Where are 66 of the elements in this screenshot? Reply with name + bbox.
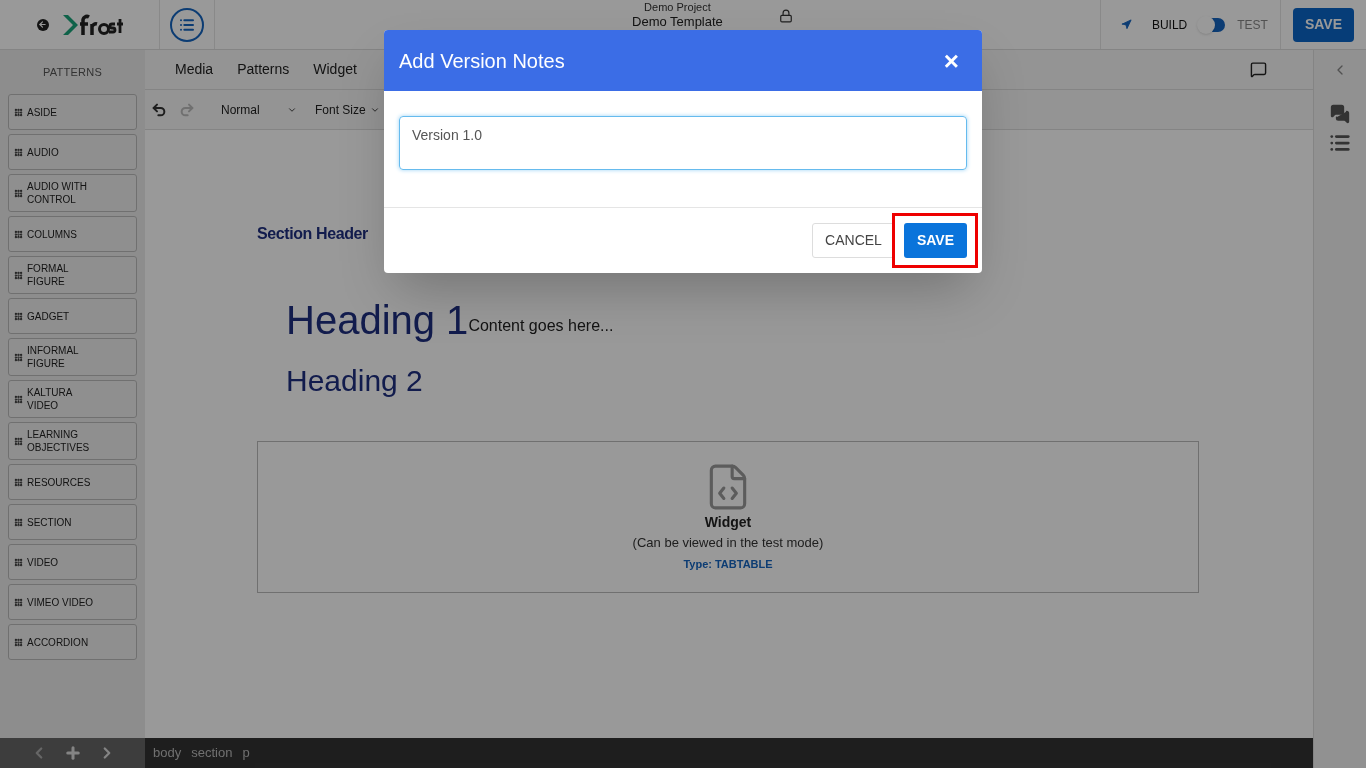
pattern-item[interactable]: LEARNING OBJECTIVES [8,422,137,460]
back-icon[interactable] [36,18,49,31]
pattern-item[interactable]: RESOURCES [8,464,137,500]
widget-title: Widget [704,512,752,532]
undo-icon[interactable] [151,101,167,118]
heading-two: Heading 2 [285,363,424,399]
mode-toggle[interactable] [1199,17,1226,32]
pattern-item[interactable]: ASIDE [8,94,137,130]
pattern-item[interactable]: KALTURA VIDEO [8,380,137,418]
patterns-title: PATTERNS [42,64,103,80]
widget-type: Type: TABTABLE [683,557,773,572]
widget-card[interactable]: Widget (Can be viewed in the test mode) Type: TABTABLE [257,441,1199,593]
grid-icon [14,557,23,567]
pattern-item[interactable]: AUDIO [8,134,137,170]
grid-icon [14,477,23,487]
font-size-dropdown[interactable]: Font Size [315,100,380,119]
menu-item[interactable]: Media [175,59,214,80]
pattern-item[interactable]: AUDIO WITH CONTROL [8,174,137,212]
cancel-button[interactable]: CANCEL [812,223,895,258]
notes-field[interactable]: Version 1.0 [399,116,967,170]
close-button[interactable]: × [943,47,959,74]
style-dropdown[interactable]: Normal [221,100,297,119]
lock-icon[interactable] [778,9,793,23]
grid-icon [14,311,23,321]
pattern-item[interactable]: FORMAL FIGURE [8,256,137,294]
template-name: Demo Template [632,14,723,29]
dialog-save-button[interactable]: SAVE [903,223,967,258]
grid-icon [14,147,23,157]
widget-note: (Can be viewed in the test mode) [632,533,824,552]
build-label: BUILD [1151,16,1188,34]
breadcrumb-item[interactable]: p [242,743,250,763]
grid-icon [14,270,23,280]
breadcrumb-item[interactable]: body [153,743,182,763]
pattern-item[interactable]: COLUMNS [8,216,137,252]
list-icon[interactable] [1329,132,1351,154]
outline-button[interactable] [170,7,204,42]
grid-icon [14,637,23,647]
pattern-item[interactable]: VIDEO [8,544,137,580]
navigation-icon[interactable] [1120,19,1132,30]
test-label: TEST [1237,16,1268,34]
chat-icon[interactable] [1330,104,1350,124]
project-name: Demo Project [644,1,711,14]
content-text: Content goes here... [468,316,614,336]
grid-icon [14,107,23,117]
grid-icon [14,436,23,446]
pattern-item[interactable]: VIMEO VIDEO [8,584,137,620]
heading-one: Heading 1 [286,297,469,344]
comment-icon[interactable] [1250,61,1267,78]
add-icon[interactable] [63,744,82,762]
grid-icon [14,517,23,527]
grid-icon [14,597,23,607]
pattern-item[interactable]: ACCORDION [8,624,137,660]
section-header: Section Header [257,224,368,244]
grid-icon [14,188,23,198]
pattern-item[interactable]: SECTION [8,504,137,540]
grid-icon [14,394,23,404]
pattern-item[interactable]: GADGET [8,298,137,334]
breadcrumb-item[interactable]: section [191,743,233,763]
menu-item[interactable]: Widget [313,59,357,80]
grid-icon [14,352,23,362]
dialog-title: Add Version Notes [399,48,565,74]
save-button[interactable]: SAVE [1292,7,1354,42]
list-icon [179,16,195,33]
pattern-item[interactable]: INFORMAL FIGURE [8,338,137,376]
menu-item[interactable]: Patterns [237,59,290,80]
grid-icon [14,229,23,239]
